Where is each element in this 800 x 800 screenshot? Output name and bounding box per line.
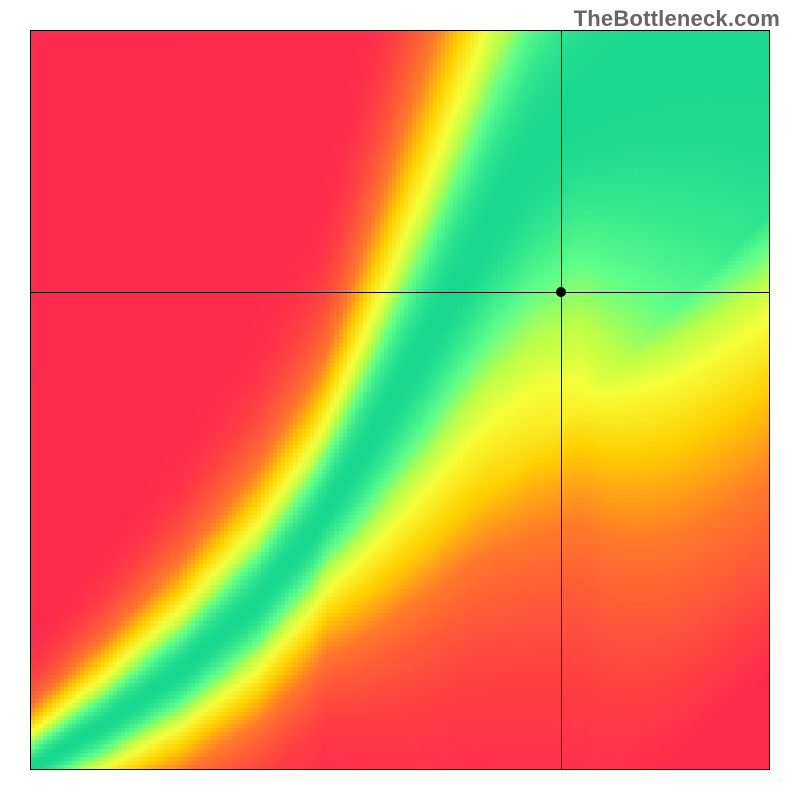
chart-container: TheBottleneck.com xyxy=(0,0,800,800)
crosshair-vertical xyxy=(561,31,562,769)
heatmap-canvas xyxy=(31,31,769,769)
watermark-text: TheBottleneck.com xyxy=(574,6,780,32)
crosshair-horizontal xyxy=(31,292,769,293)
sample-point-marker xyxy=(556,287,566,297)
plot-area xyxy=(30,30,770,770)
